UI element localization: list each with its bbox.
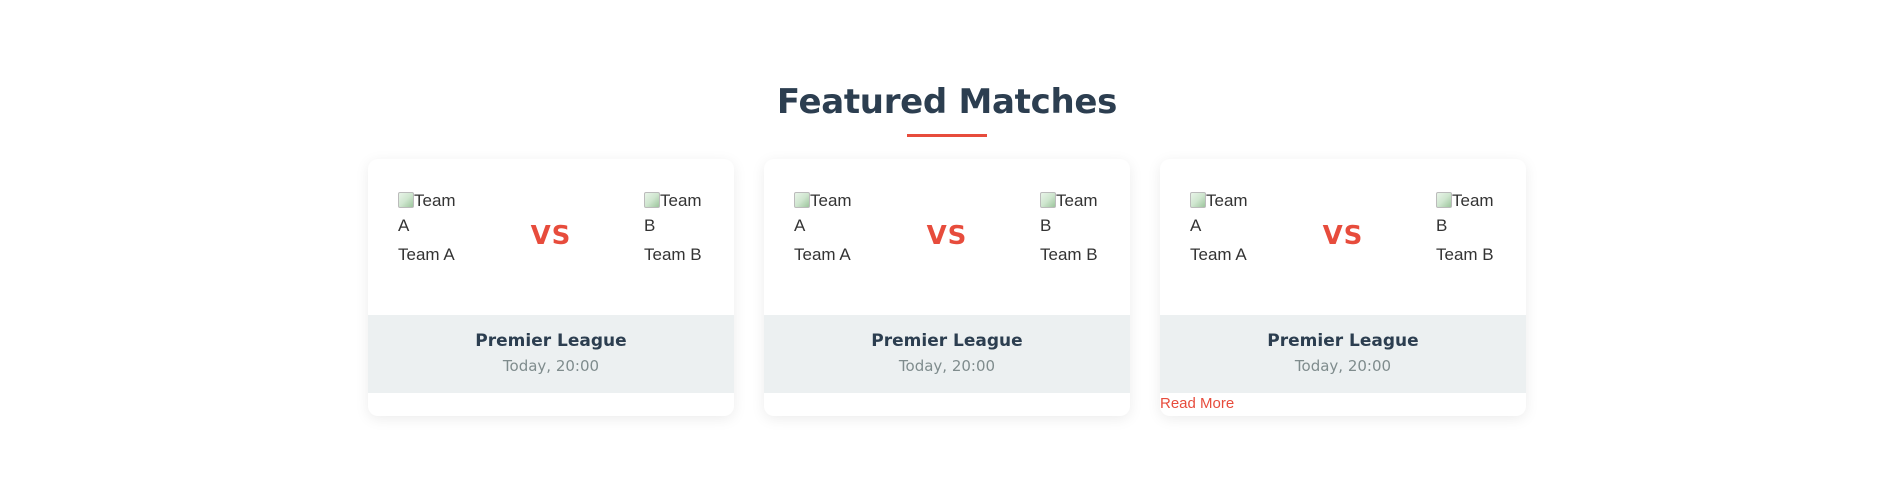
team-b-logo: Team B <box>1040 188 1106 238</box>
match-info: Premier League Today, 20:00 <box>1160 315 1526 393</box>
match-time: Today, 20:00 <box>502 357 600 375</box>
title-underline <box>907 134 987 137</box>
team-b: Team B Team B <box>1040 188 1106 267</box>
team-b-name: Team B <box>1436 245 1494 264</box>
team-b: Team B Team B <box>1436 188 1502 267</box>
broken-image-icon <box>644 192 660 208</box>
match-card[interactable]: Team A Team A VS Team B Team B Premier L… <box>764 159 1130 416</box>
match-info: Premier League Today, 20:00 <box>764 315 1130 393</box>
league-name: Premier League <box>1267 331 1419 351</box>
match-teams: Team A Team A VS Team B Team B <box>1160 159 1526 315</box>
team-b-name: Team B <box>1040 245 1098 264</box>
match-teams: Team A Team A VS Team B Team B <box>764 159 1130 315</box>
match-card[interactable]: Team A Team A VS Team B Team B Premier L… <box>368 159 734 416</box>
match-teams: Team A Team A VS Team B Team B <box>368 159 734 315</box>
read-more-link[interactable]: Read More <box>1160 395 1234 412</box>
broken-image-icon <box>398 192 414 208</box>
team-b-logo: Team B <box>644 188 710 238</box>
match-cards: Team A Team A VS Team B Team B Premier L… <box>368 159 1526 416</box>
team-b-logo: Team B <box>1436 188 1502 238</box>
team-b-name: Team B <box>644 245 702 264</box>
match-time: Today, 20:00 <box>1294 357 1392 375</box>
broken-image-icon <box>1190 192 1206 208</box>
league-name: Premier League <box>475 331 627 351</box>
broken-image-icon <box>1436 192 1452 208</box>
match-card[interactable]: Team A Team A VS Team B Team B Premier L… <box>1160 159 1526 416</box>
broken-image-icon <box>1040 192 1056 208</box>
team-b: Team B Team B <box>644 188 710 267</box>
broken-image-icon <box>794 192 810 208</box>
league-name: Premier League <box>871 331 1023 351</box>
section-title: Featured Matches <box>776 82 1118 122</box>
match-time: Today, 20:00 <box>898 357 996 375</box>
featured-matches-section: Featured Matches Team A Team A VS Team B… <box>0 0 1894 494</box>
match-info: Premier League Today, 20:00 <box>368 315 734 393</box>
